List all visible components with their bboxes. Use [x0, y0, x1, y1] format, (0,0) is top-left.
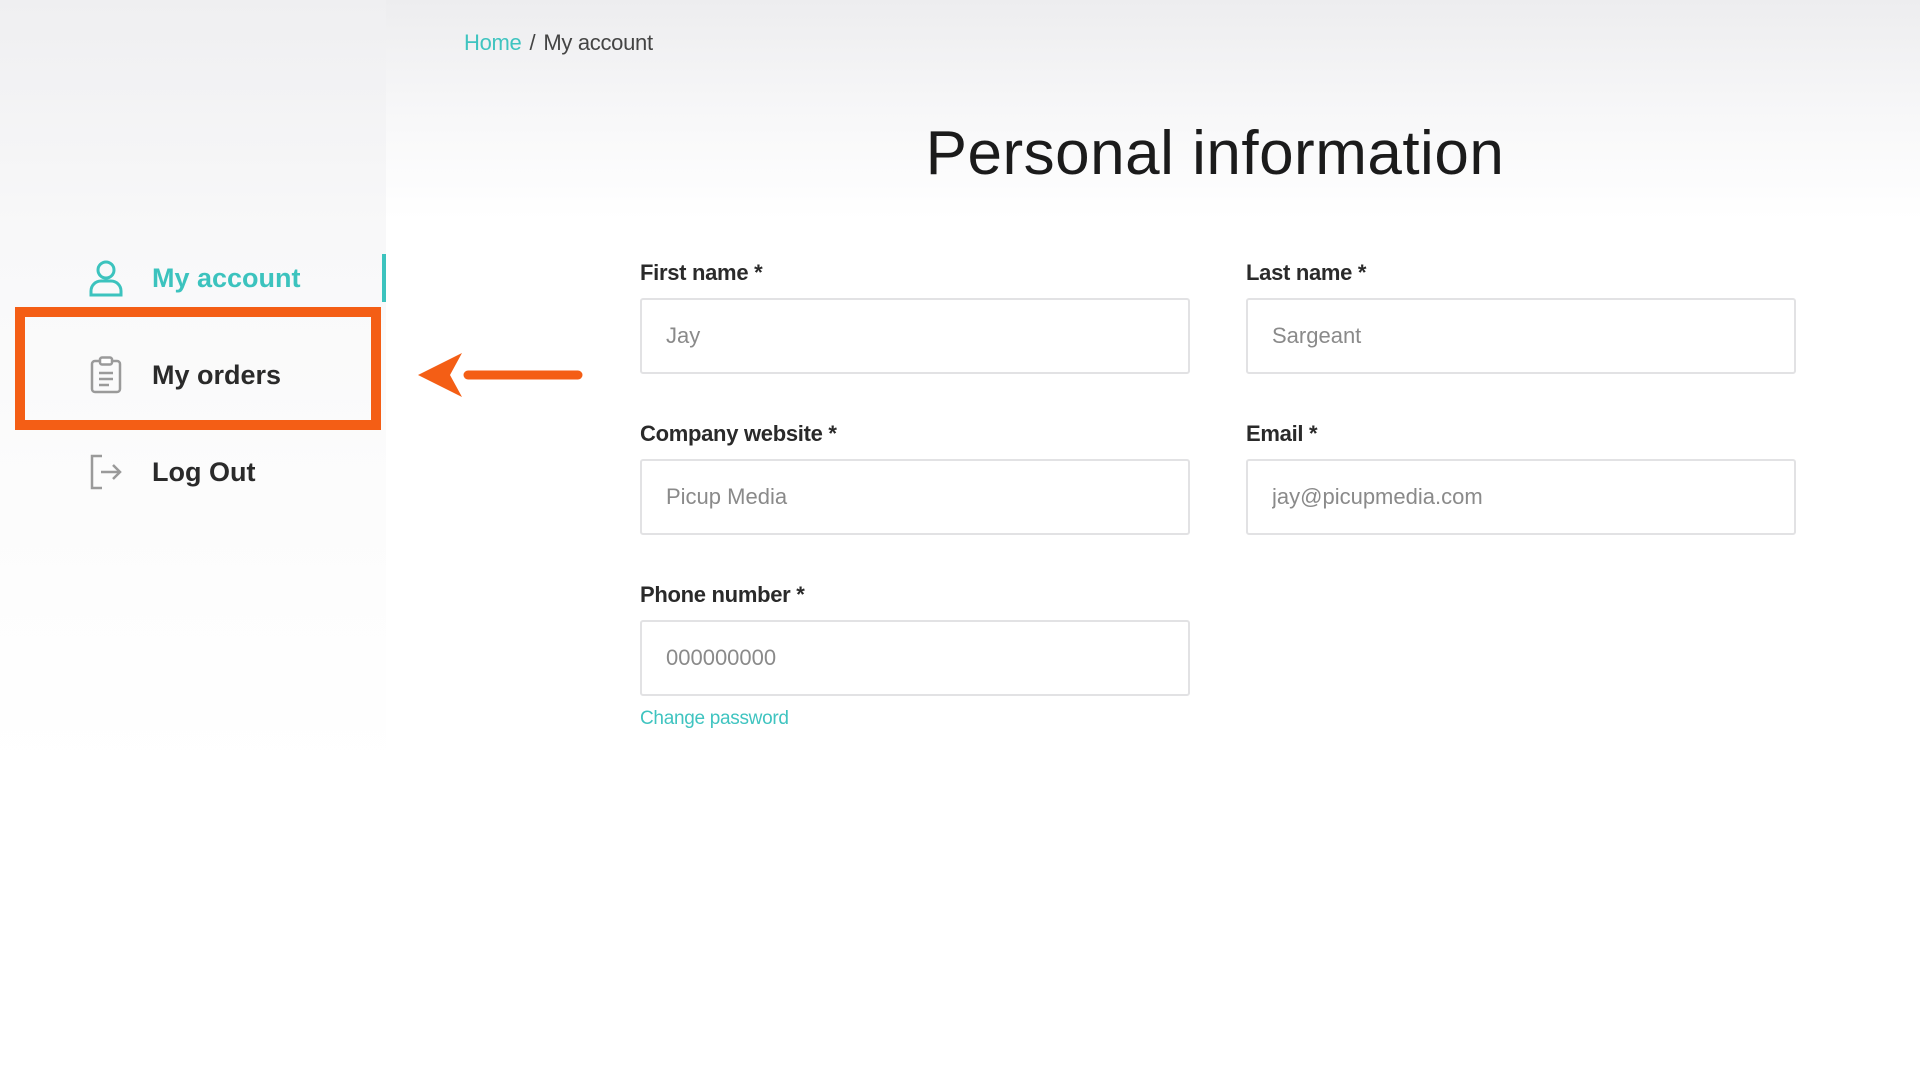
- sidebar-item-my-orders[interactable]: My orders: [86, 345, 386, 405]
- breadcrumb-current: My account: [543, 30, 653, 55]
- sidebar-item-log-out[interactable]: Log Out: [86, 442, 386, 502]
- clipboard-icon: [86, 355, 126, 395]
- email-input[interactable]: [1246, 459, 1796, 535]
- user-icon: [86, 258, 126, 298]
- first-name-label: First name *: [640, 260, 763, 285]
- sidebar-item-label: My orders: [152, 359, 282, 390]
- pointer-arrow-icon: [418, 353, 583, 397]
- company-website-input[interactable]: [640, 459, 1190, 535]
- email-label: Email *: [1246, 421, 1318, 446]
- company-website-label: Company website *: [640, 421, 837, 446]
- sidebar-item-label: Log Out: [152, 456, 256, 487]
- phone-number-label: Phone number *: [640, 582, 805, 607]
- sidebar-item-my-account[interactable]: My account: [86, 248, 386, 308]
- last-name-label: Last name *: [1246, 260, 1367, 285]
- first-name-input[interactable]: [640, 298, 1190, 374]
- breadcrumb: Home / My account: [464, 30, 653, 56]
- breadcrumb-separator: /: [529, 30, 536, 55]
- last-name-input[interactable]: [1246, 298, 1796, 374]
- logout-icon: [86, 452, 126, 492]
- change-password-link[interactable]: Change password: [640, 708, 789, 730]
- breadcrumb-home-link[interactable]: Home: [464, 30, 522, 55]
- sidebar-item-label: My account: [152, 262, 301, 293]
- page-title: Personal information: [925, 119, 1505, 188]
- phone-number-input[interactable]: [640, 620, 1190, 696]
- account-page: Home / My account Personal information My …: [0, 0, 1920, 1080]
